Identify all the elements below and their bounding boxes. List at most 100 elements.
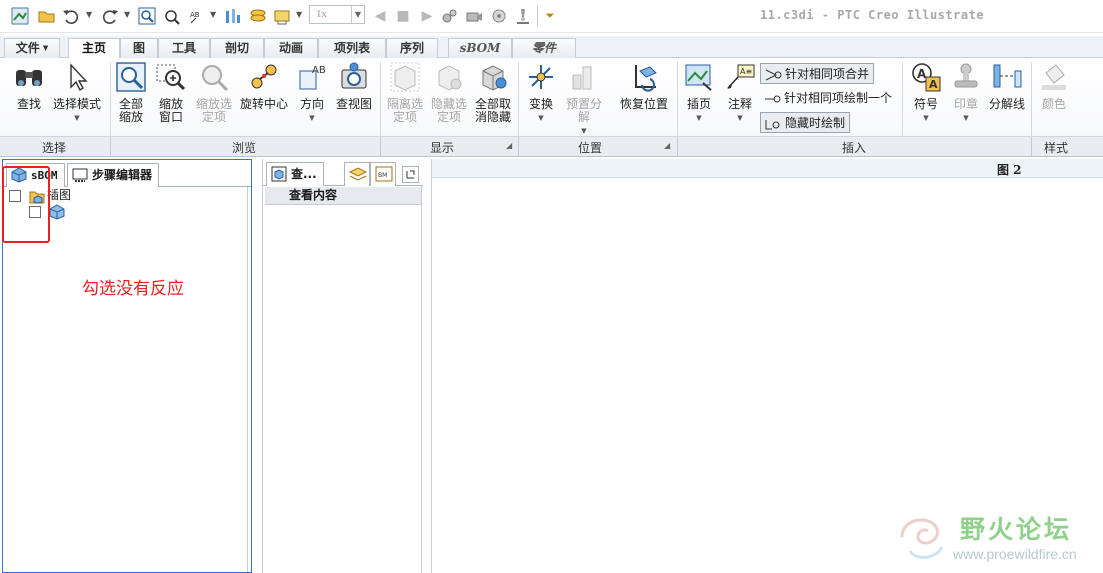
quick-access-toolbar: ▼ ▼ AB ▼ ▼ 1x ▼ ◀ ■ ▶ ⏷ 11.c3di - PTC Cr… — [0, 0, 1103, 33]
tab-sbom[interactable]: sBOM — [448, 38, 512, 58]
view-content-header: 查看内容 — [265, 187, 421, 205]
tab-figure[interactable]: 图 — [120, 38, 158, 58]
group-label-select: 选择 — [42, 141, 67, 155]
chevron-down-icon: ▼ — [42, 44, 49, 52]
undo-icon[interactable] — [62, 7, 80, 25]
open-icon[interactable] — [38, 7, 56, 25]
chevron-down-icon: ▼ — [737, 114, 743, 122]
stamp-icon — [949, 60, 983, 94]
chevron-down-icon[interactable]: ▼ — [351, 6, 364, 23]
layers-stack-icon — [349, 167, 367, 181]
explode-small-icon[interactable] — [224, 7, 242, 25]
select-mode-label: 选择模式 — [52, 97, 101, 111]
unhide-all-button[interactable]: 全部取消隐藏 — [472, 60, 514, 124]
symbol-button[interactable]: AA 符号 ▼ — [906, 60, 946, 125]
tab-item-list[interactable]: 项列表 — [318, 38, 386, 58]
watermark-url: www.proewildfire.cn — [953, 546, 1077, 562]
playback-speed-select[interactable]: 1x ▼ — [309, 5, 365, 24]
view-figure-button[interactable]: 查视图 — [334, 60, 374, 111]
orientation-button[interactable]: AB 方向 ▼ — [294, 60, 330, 125]
microscope-icon[interactable] — [514, 7, 532, 25]
panel-expand-icon[interactable] — [402, 166, 419, 183]
isolate-icon — [388, 60, 422, 94]
merge-same-items-label: 针对相同项合并 — [785, 67, 870, 81]
play-back-icon[interactable]: ◀ — [371, 7, 389, 25]
draw-same-item-one-toggle[interactable]: 针对相同项绘制一个 — [760, 88, 892, 109]
tab-section[interactable]: 剖切 — [210, 38, 264, 58]
annotation-button[interactable]: A≡ 注释 ▼ — [722, 60, 758, 125]
customize-toolbar-icon[interactable]: ⏷ — [541, 7, 559, 25]
stop-icon[interactable]: ■ — [394, 7, 412, 25]
view-panel: 查... BM 查看内容 — [262, 159, 423, 573]
display-dialog-launcher-icon[interactable]: ◢ — [506, 141, 512, 150]
unhide-all-icon — [476, 60, 510, 94]
tab-layers[interactable] — [344, 162, 370, 186]
tree-root-label: 插图 — [47, 188, 72, 202]
tab-part[interactable]: 零件 — [512, 38, 576, 58]
zoom-window-label: 缩放窗口 — [158, 97, 183, 124]
hide-selected-button[interactable]: 隐藏选定项 — [428, 60, 470, 124]
redo-icon[interactable] — [101, 7, 119, 25]
part-cube-icon — [49, 204, 65, 220]
animation-icon[interactable] — [490, 7, 508, 25]
tab-step-editor[interactable]: 步骤编辑器 — [67, 163, 160, 187]
transform-button[interactable]: 变换 ▼ — [522, 60, 560, 125]
view-cube-icon — [271, 166, 287, 182]
svg-text:BM: BM — [378, 172, 387, 179]
highlight-annotation-box — [2, 166, 50, 243]
text-label-dropdown-icon[interactable]: ▼ — [210, 10, 216, 19]
group-label-browse: 浏览 — [232, 141, 257, 155]
select-mode-button[interactable]: 选择模式 ▼ — [50, 60, 104, 125]
display-mode-icon[interactable] — [273, 7, 291, 25]
draw-when-hidden-toggle[interactable]: 隐藏时绘制 — [760, 112, 851, 133]
rotate-center-label: 旋转中心 — [239, 97, 288, 111]
tab-home[interactable]: 主页 — [68, 38, 120, 59]
merge-same-items-toggle[interactable]: 针对相同项合并 — [760, 63, 875, 84]
transform-axes-icon — [524, 60, 558, 94]
app-logo-icon[interactable] — [11, 7, 29, 25]
layers-icon[interactable] — [249, 7, 267, 25]
zoom-window-button[interactable]: 缩放窗口 — [154, 60, 188, 124]
restore-position-button[interactable]: 恢复位置 — [616, 60, 672, 111]
stamp-button[interactable]: 印章 ▼ — [946, 60, 986, 125]
annotation-note: 勾选没有反应 — [82, 279, 184, 299]
draw-when-hidden-label: 隐藏时绘制 — [785, 116, 846, 130]
gears-icon[interactable] — [441, 7, 459, 25]
find-button[interactable]: 查找 — [10, 60, 48, 111]
tab-sequence[interactable]: 序列 — [386, 38, 438, 58]
text-label-icon[interactable]: AB — [188, 7, 206, 25]
preset-explode-icon — [567, 60, 601, 94]
zoom-selected-button[interactable]: 缩放选定项 — [194, 60, 234, 124]
zoom-window-small-icon[interactable] — [162, 7, 180, 25]
zoom-fit-icon[interactable] — [138, 7, 156, 25]
color-button[interactable]: 颜色 — [1034, 60, 1074, 111]
group-separator — [380, 62, 381, 136]
svg-text:A≡: A≡ — [740, 67, 752, 76]
camera-icon[interactable] — [465, 7, 483, 25]
window-title: 11.c3di - PTC Creo Illustrate — [760, 8, 985, 22]
play-icon[interactable]: ▶ — [418, 7, 436, 25]
tab-file[interactable]: 文件 ▼ — [4, 38, 60, 58]
zoom-all-icon — [114, 60, 148, 94]
hide-icon — [432, 60, 466, 94]
callout-button[interactable]: 插页 ▼ — [680, 60, 718, 125]
tab-bom[interactable]: BM — [370, 162, 396, 186]
tab-view-label: 查... — [291, 167, 317, 181]
merge-leader-icon — [765, 69, 782, 81]
find-label: 查找 — [16, 97, 41, 111]
playback-speed-value: 1x — [316, 8, 327, 20]
undo-dropdown-icon[interactable]: ▼ — [86, 10, 92, 19]
preset-explode-button[interactable]: 预置分解 ▼ — [562, 60, 606, 138]
tab-animation[interactable]: 动画 — [264, 38, 318, 58]
tab-tools[interactable]: 工具 — [158, 38, 210, 58]
display-mode-dropdown-icon[interactable]: ▼ — [296, 10, 302, 19]
cursor-arrow-icon — [60, 60, 94, 94]
redo-dropdown-icon[interactable]: ▼ — [124, 10, 130, 19]
explode-line-button[interactable]: 分解线 — [988, 60, 1026, 111]
rotate-center-button[interactable]: 旋转中心 — [238, 60, 290, 111]
chevron-down-icon: ▼ — [923, 114, 929, 122]
position-dialog-launcher-icon[interactable]: ◢ — [664, 141, 670, 150]
zoom-all-button[interactable]: 全部缩放 — [114, 60, 148, 124]
isolate-selected-button[interactable]: 隔离选定项 — [384, 60, 426, 124]
tab-view[interactable]: 查... — [266, 162, 324, 186]
